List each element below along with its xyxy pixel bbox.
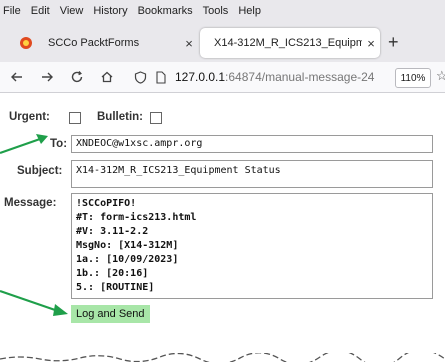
reload-icon[interactable]	[70, 70, 84, 84]
shield-icon[interactable]	[134, 70, 147, 84]
menu-view[interactable]: View	[55, 5, 89, 17]
new-tab-button[interactable]: +	[388, 32, 399, 53]
app-favicon-icon	[20, 37, 32, 49]
menu-edit[interactable]: Edit	[26, 5, 55, 17]
to-label: To:	[50, 138, 68, 150]
subject-field[interactable]: X14-312M_R_ICS213_Equipment Status	[71, 160, 433, 188]
url-path: :64874/manual-message-24	[225, 70, 375, 84]
menu-tools[interactable]: Tools	[198, 5, 234, 17]
close-icon[interactable]: ×	[362, 36, 380, 51]
menu-bookmarks[interactable]: Bookmarks	[133, 5, 198, 17]
subject-label: Subject:	[17, 165, 63, 177]
urgent-label: Urgent:	[9, 111, 50, 123]
message-textarea[interactable]: !SCCoPIFO! #T: form-ics213.html #V: 3.11…	[71, 193, 433, 299]
bookmark-star-icon[interactable]: ☆	[436, 68, 445, 84]
to-field[interactable]: XNDEOC@w1xsc.ampr.org	[71, 135, 433, 153]
bulletin-label: Bulletin:	[97, 111, 143, 123]
log-and-send-button[interactable]: Log and Send	[71, 305, 150, 323]
urgent-checkbox[interactable]	[69, 112, 81, 124]
home-icon[interactable]	[100, 70, 114, 84]
message-line: #V: 3.11-2.2	[76, 226, 149, 237]
message-line: MsgNo: [X14-312M]	[76, 240, 179, 251]
nav-bar: 127.0.0.1:64874/manual-message-24 110% ☆	[0, 62, 445, 93]
menu-help[interactable]: Help	[233, 5, 266, 17]
back-arrow-icon[interactable]	[10, 70, 24, 84]
tab-bar: SCCo PacktForms × X14-312M_R_ICS213_Equi…	[0, 22, 445, 62]
bulletin-checkbox[interactable]	[150, 112, 162, 124]
torn-edge-decoration	[0, 353, 445, 362]
annotation-arrow-send	[0, 289, 68, 316]
zoom-level-button[interactable]: 110%	[395, 68, 431, 88]
message-line: #T: form-ics213.html	[76, 212, 197, 223]
close-icon[interactable]: ×	[180, 36, 198, 51]
forward-arrow-icon[interactable]	[40, 70, 54, 84]
tab-title: SCCo PacktForms	[48, 37, 140, 49]
menu-file[interactable]: File	[0, 5, 26, 17]
menu-history[interactable]: History	[88, 5, 132, 17]
message-line: 1b.: [20:16]	[76, 268, 149, 279]
message-form: Urgent: Bulletin: To: XNDEOC@w1xsc.ampr.…	[0, 93, 445, 362]
annotation-arrow-to	[0, 134, 48, 155]
message-label: Message:	[4, 197, 57, 209]
message-line: 1a.: [10/09/2023]	[76, 254, 179, 265]
menu-bar: File Edit View History Bookmarks Tools H…	[0, 0, 445, 22]
message-line: !SCCoPIFO!	[76, 198, 137, 209]
message-line: 5.: [ROUTINE]	[76, 282, 155, 293]
page-icon[interactable]	[155, 70, 167, 84]
tab-packitforms[interactable]: SCCo PacktForms ×	[8, 28, 198, 58]
url-host: 127.0.0.1	[175, 70, 226, 84]
tab-title: X14-312M_R_ICS213_Equipment Sta	[214, 37, 362, 49]
tab-message[interactable]: X14-312M_R_ICS213_Equipment Sta ×	[200, 28, 380, 58]
